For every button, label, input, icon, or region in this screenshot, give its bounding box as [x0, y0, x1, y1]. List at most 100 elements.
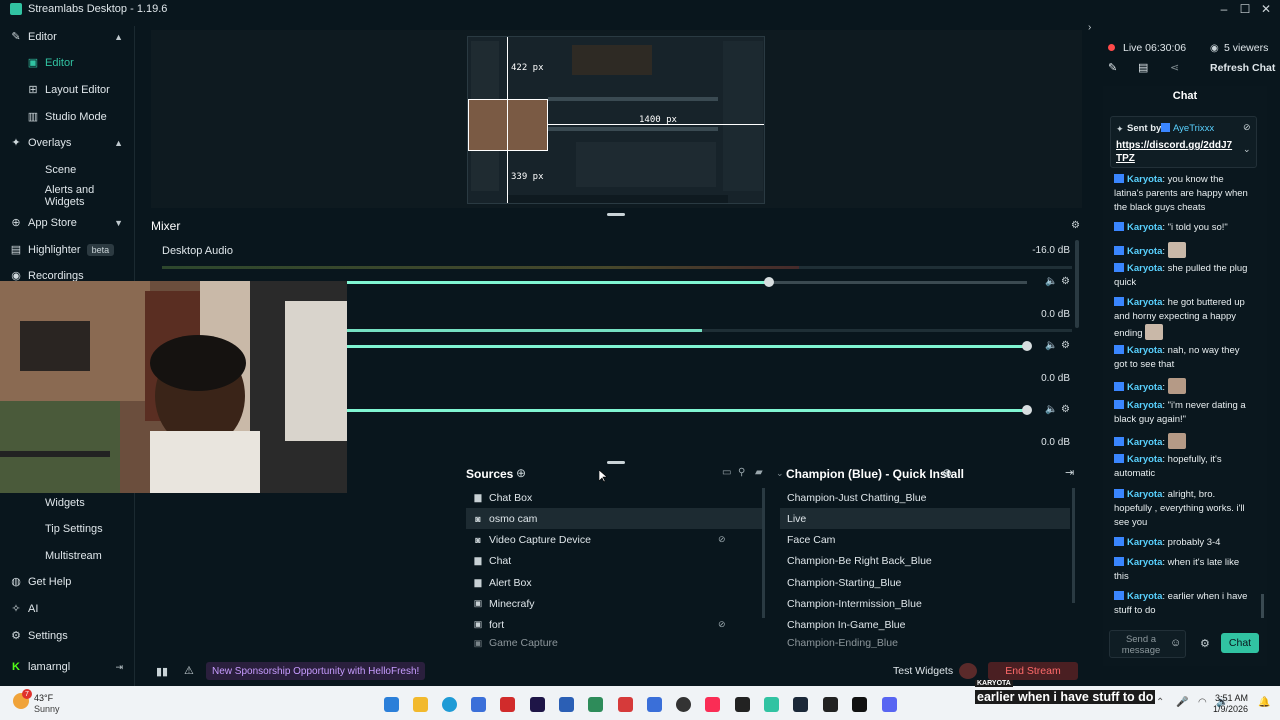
collapse-chevron-icon[interactable]: ⌄: [776, 468, 784, 479]
pinned-message[interactable]: ✦ Sent by AyeTrixxx ⊘ https://discord.gg…: [1110, 116, 1257, 168]
source-layout-icon[interactable]: ▭: [722, 467, 731, 478]
nav-settings[interactable]: ⚙ Settings: [0, 625, 135, 647]
maximize-button[interactable]: ☐: [1235, 2, 1255, 16]
channel-gear-icon[interactable]: ⚙: [1061, 276, 1070, 287]
clock-date[interactable]: 1/9/2026: [1208, 704, 1248, 714]
scene-item[interactable]: Champion-Intermission_Blue: [780, 593, 1070, 614]
source-item[interactable]: ▆ Chat Box: [466, 487, 762, 508]
scene-item[interactable]: Champion In-Game_Blue: [780, 614, 1070, 635]
capcut-icon[interactable]: [823, 697, 838, 712]
source-item[interactable]: ◙ Video Capture Device ⊘: [466, 529, 762, 550]
minimize-button[interactable]: –: [1214, 2, 1234, 16]
close-button[interactable]: ✕: [1256, 2, 1276, 16]
streamlabs-icon[interactable]: [764, 697, 779, 712]
mixer-settings-gear-icon[interactable]: ⚙: [1071, 220, 1080, 231]
chat-user[interactable]: Karyota: [1127, 537, 1162, 548]
volume-knob[interactable]: [1022, 341, 1032, 351]
nav-get-help[interactable]: ◍ Get Help: [0, 571, 135, 593]
nav-editor-group[interactable]: ✎ Editor ▲: [0, 26, 135, 48]
pinned-link[interactable]: https://discord.gg/2ddJ7TPZ: [1116, 139, 1234, 165]
source-item-selected[interactable]: ◙ osmo cam: [466, 508, 762, 529]
emoji-icon[interactable]: ☺: [1170, 637, 1181, 649]
nav-scene[interactable]: Scene: [0, 159, 135, 181]
hidden-eye-icon[interactable]: ⊘: [718, 619, 726, 630]
end-stream-button[interactable]: End Stream: [988, 662, 1078, 680]
add-scene-icon[interactable]: ⊕: [942, 466, 952, 480]
chat-scrollbar[interactable]: [1261, 594, 1264, 618]
scene-item[interactable]: Champion-Be Right Back_Blue: [780, 550, 1070, 571]
share-icon[interactable]: ⋖: [1170, 61, 1179, 74]
scenes-collapse-icon[interactable]: ⇥: [1065, 466, 1074, 479]
preview-canvas[interactable]: 422 px 1400 px 339 px: [467, 36, 765, 204]
speaker-icon[interactable]: 🔈: [1045, 340, 1057, 351]
scene-item[interactable]: Champion-Just Chatting_Blue: [780, 487, 1070, 508]
chat-settings-gear-icon[interactable]: ⚙: [1200, 637, 1210, 650]
steam-icon[interactable]: [793, 697, 808, 712]
nav-multistream[interactable]: Multistream: [0, 545, 135, 567]
edge-browser-icon[interactable]: [442, 697, 457, 712]
app-icon[interactable]: [588, 697, 603, 712]
test-widgets-button[interactable]: Test Widgets: [893, 665, 953, 677]
mixer-scrollbar[interactable]: [1075, 240, 1079, 328]
volume-knob[interactable]: [763, 277, 774, 287]
source-item[interactable]: ▣ Minecrafy: [466, 593, 762, 614]
discord-icon[interactable]: [882, 697, 897, 712]
app-icon[interactable]: [618, 697, 633, 712]
speaker-icon[interactable]: 🔈: [1045, 276, 1057, 287]
add-source-icon[interactable]: ⊕: [516, 466, 526, 480]
source-item[interactable]: ▣ fort ⊘: [466, 614, 762, 635]
channel-gear-icon[interactable]: ⚙: [1061, 340, 1070, 351]
clock-time[interactable]: 3:51 AM: [1208, 693, 1248, 703]
source-item-partial[interactable]: ▣ Game Capture: [466, 638, 762, 648]
app-icon[interactable]: [647, 697, 662, 712]
scene-collection-title[interactable]: Champion (Blue) - Quick Install: [786, 467, 964, 481]
nav-widgets[interactable]: Widgets: [0, 492, 135, 514]
chat-user[interactable]: Karyota: [1127, 345, 1162, 356]
scene-item-selected[interactable]: Live: [780, 508, 1070, 529]
scene-item[interactable]: Face Cam: [780, 529, 1070, 550]
preview-resize-handle[interactable]: [607, 213, 625, 216]
chat-user[interactable]: Karyota: [1127, 489, 1162, 500]
chevron-down-icon[interactable]: ⌄: [1243, 144, 1251, 155]
wifi-icon[interactable]: ◠: [1198, 697, 1207, 708]
chat-user[interactable]: Karyota: [1127, 246, 1162, 257]
app-icon[interactable]: [676, 697, 691, 712]
nav-tip-settings[interactable]: Tip Settings: [0, 518, 135, 540]
notification-bell-icon[interactable]: 🔔: [1258, 697, 1270, 708]
scenes-scrollbar[interactable]: [1072, 488, 1075, 603]
record-button[interactable]: [959, 663, 977, 679]
volume-slider[interactable]: [347, 277, 1027, 287]
speaker-icon[interactable]: 🔈: [1045, 404, 1057, 415]
premiere-icon[interactable]: [530, 697, 545, 712]
nav-user[interactable]: Klamarngl ⇥: [0, 656, 135, 678]
hidden-eye-icon[interactable]: ⊘: [718, 534, 726, 545]
unpin-icon[interactable]: ⊘: [1243, 122, 1251, 133]
source-folder-icon[interactable]: ▰: [755, 467, 763, 478]
chat-user[interactable]: Karyota: [1127, 454, 1162, 465]
file-explorer-icon[interactable]: [413, 697, 428, 712]
nav-overlays-group[interactable]: ✦ Overlays ▲: [0, 132, 135, 154]
source-item[interactable]: ▆ Chat: [466, 550, 762, 571]
send-chat-button[interactable]: Chat: [1221, 633, 1259, 653]
music-icon[interactable]: [705, 697, 720, 712]
tray-chevron-up-icon[interactable]: ⌃: [1156, 697, 1164, 708]
scene-item-partial[interactable]: Champion-Ending_Blue: [780, 638, 1070, 648]
nav-ai[interactable]: ✧ AI: [0, 598, 135, 620]
nav-editor[interactable]: ▣ Editor: [0, 52, 135, 74]
chat-user[interactable]: Karyota: [1127, 222, 1162, 233]
source-item[interactable]: ▆ Alert Box: [466, 572, 762, 593]
channel-gear-icon[interactable]: ⚙: [1061, 404, 1070, 415]
nav-alerts-widgets[interactable]: Alerts and Widgets: [0, 184, 135, 208]
logout-icon[interactable]: ⇥: [115, 662, 123, 673]
stats-icon[interactable]: ▮▮: [156, 665, 168, 678]
chat-user[interactable]: Karyota: [1127, 174, 1162, 185]
panel-resize-handle[interactable]: [607, 461, 625, 464]
volume-slider[interactable]: [347, 341, 1032, 351]
expand-chevron-icon[interactable]: ›: [1088, 22, 1091, 33]
word-icon[interactable]: [559, 697, 574, 712]
scene-item[interactable]: Champion-Starting_Blue: [780, 572, 1070, 593]
source-group-icon[interactable]: ⚲: [738, 467, 745, 478]
microphone-icon[interactable]: 🎤: [1176, 697, 1188, 708]
windows-start-icon[interactable]: [384, 697, 399, 712]
tiktok-icon[interactable]: [852, 697, 867, 712]
